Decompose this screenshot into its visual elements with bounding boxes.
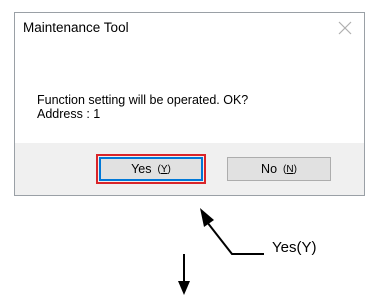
arrow-up-left-icon [200,208,264,255]
page: Maintenance Tool Function setting will b… [0,0,366,298]
callout-label: Yes(Y) [272,239,317,256]
arrow-down-icon [178,254,190,295]
